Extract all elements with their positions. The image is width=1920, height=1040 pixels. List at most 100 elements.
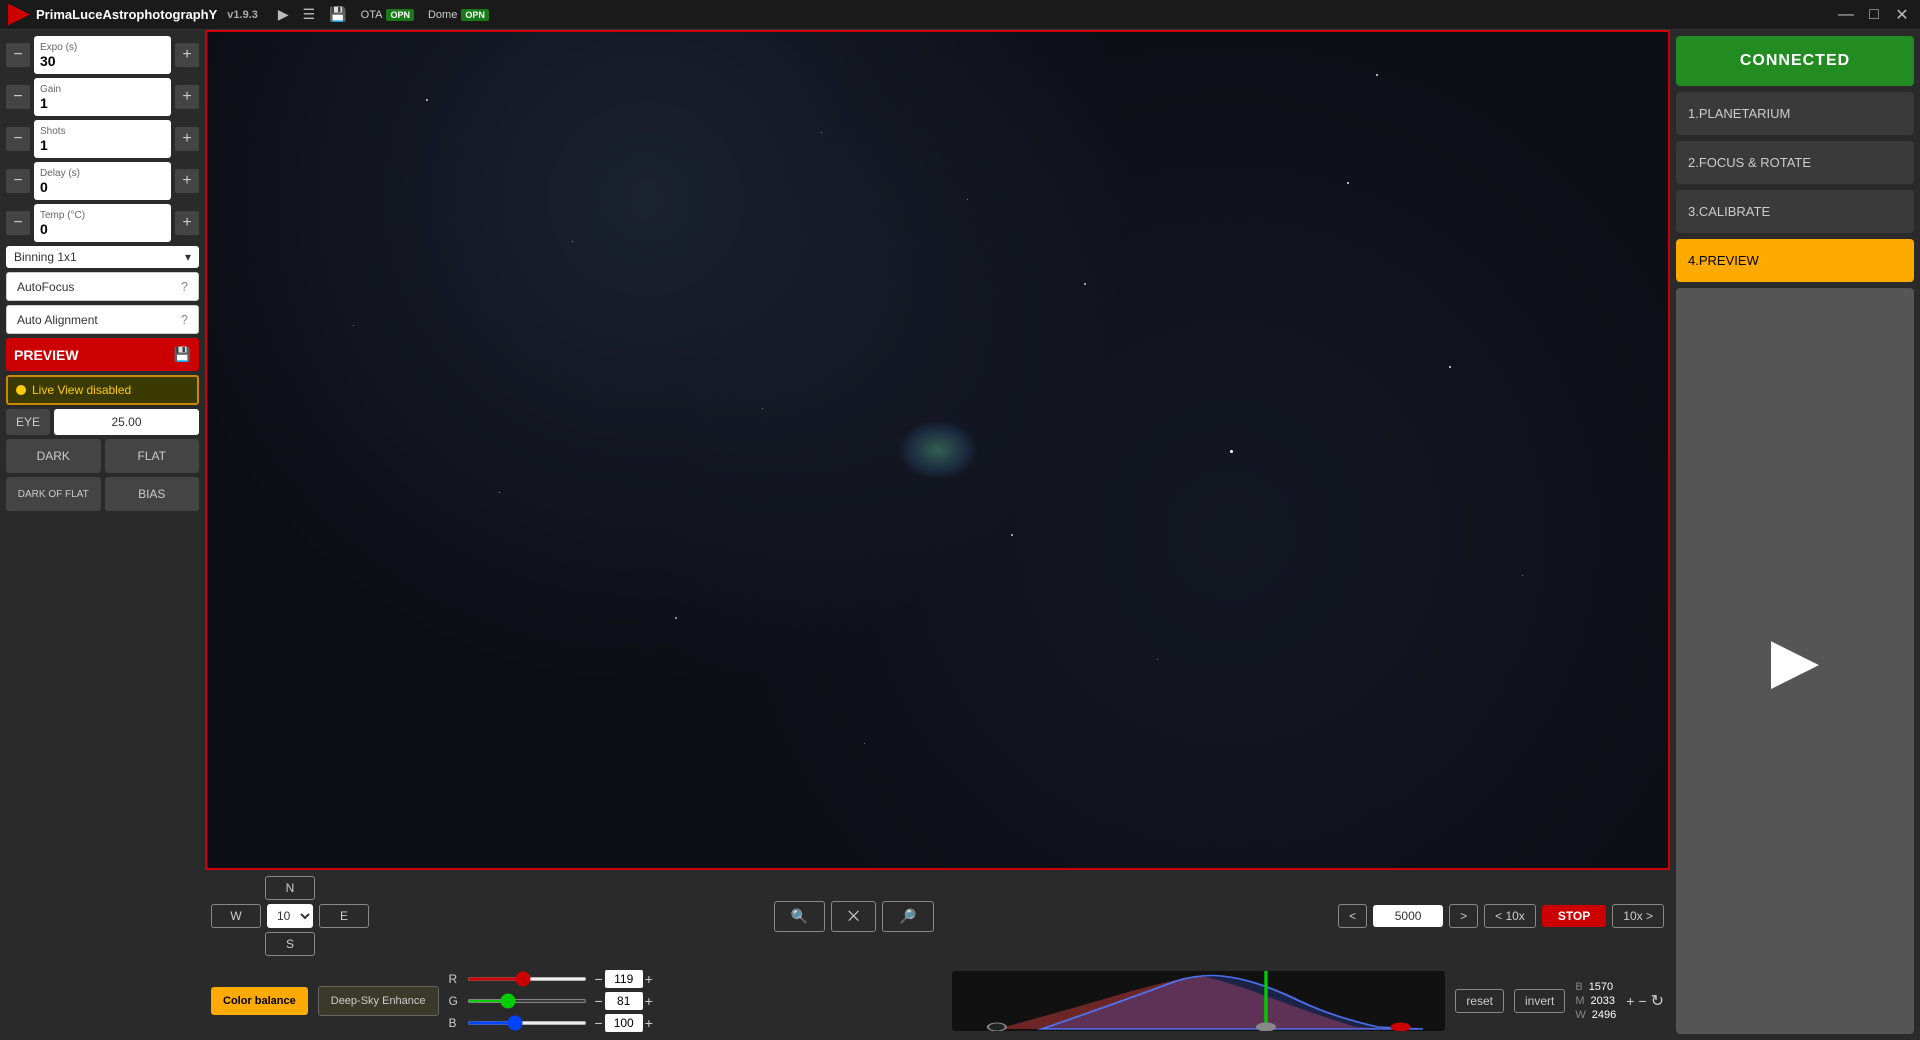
binning-dropdown[interactable]: Binning 1x1 ▾ [6,246,199,268]
alignment-help-icon: ? [181,312,188,327]
auto-alignment-button[interactable]: Auto Alignment ? [6,305,199,334]
expo-minus-button[interactable]: − [6,43,30,67]
g-value-input[interactable] [605,992,643,1010]
b-minus-button[interactable]: − [595,1015,603,1031]
shots-control: − Shots 1 + [6,120,199,158]
green-slider-row: G − + [449,992,942,1010]
g-plus-button[interactable]: + [645,993,653,1009]
delay-input-box: Delay (s) 0 [34,162,171,200]
next-arrow-panel[interactable]: ► [1676,288,1914,1034]
bias-button[interactable]: BIAS [105,477,200,511]
connected-button[interactable]: CONNECTED [1676,36,1914,86]
calibrate-button[interactable]: 3.CALIBRATE [1676,190,1914,233]
focus-rotate-button[interactable]: 2.FOCUS & ROTATE [1676,141,1914,184]
r-plus-button[interactable]: + [645,971,653,987]
histogram-area [952,971,1445,1031]
slew-more-button[interactable]: > [1449,904,1478,928]
maximize-button[interactable]: □ [1864,6,1884,24]
zoom-out-button[interactable]: 🔎 [882,901,933,932]
expo-plus-button[interactable]: + [175,43,199,67]
temp-plus-button[interactable]: + [175,211,199,235]
hist-left-button[interactable]: + [1626,993,1634,1009]
deep-sky-enhance-button[interactable]: Deep-Sky Enhance [318,986,439,1016]
green-slider[interactable] [467,999,587,1003]
b-stat-value: 1570 [1589,981,1613,993]
cursor-icon[interactable]: ▶ [278,6,289,23]
dark-button[interactable]: DARK [6,439,101,473]
zoom-controls: 🔍 ⨉ 🔎 [774,901,934,932]
slew-less10-button[interactable]: < 10x [1484,904,1536,928]
red-slider[interactable] [467,977,587,981]
shots-plus-button[interactable]: + [175,127,199,151]
slew-value-input[interactable] [1373,905,1443,927]
minimize-button[interactable]: — [1836,6,1856,24]
auto-alignment-label: Auto Alignment [17,313,98,327]
preview-menu-button[interactable]: 4.PREVIEW [1676,239,1914,282]
stop-button[interactable]: STOP [1542,905,1606,927]
g-minus-button[interactable]: − [595,993,603,1009]
slew-more10-button[interactable]: 10x > [1612,904,1664,928]
color-sliders: R − + G − + [449,970,942,1032]
save-icon[interactable]: 💾 [329,6,346,23]
binning-value: Binning 1x1 [14,250,77,264]
titlebar: PrimaLuceAstrophotographY v1.9.3 ▶ ☰ 💾 O… [0,0,1920,30]
b-stat-row: B 1570 [1575,981,1616,993]
flat-button[interactable]: FLAT [105,439,200,473]
planetarium-button[interactable]: 1.PLANETARIUM [1676,92,1914,135]
w-stat-value: 2496 [1592,1009,1616,1021]
reset-button[interactable]: reset [1455,989,1504,1013]
dome-badge-group: Dome OPN [428,9,489,21]
gain-control: − Gain 1 + [6,78,199,116]
color-balance-button[interactable]: Color balance [211,987,308,1015]
delay-label: Delay (s) [40,168,165,179]
temp-input-box: Temp (°C) 0 [34,204,171,242]
east-button[interactable]: E [319,904,369,928]
expo-control: − Expo (s) 30 + [6,36,199,74]
nebula-object [898,420,978,480]
blue-slider[interactable] [467,1021,587,1025]
r-label: R [449,972,459,986]
hist-refresh-button[interactable]: ↻ [1651,991,1664,1011]
gain-minus-button[interactable]: − [6,85,30,109]
app-version: v1.9.3 [227,9,258,21]
delay-plus-button[interactable]: + [175,169,199,193]
next-arrow-icon: ► [1755,621,1834,701]
expo-value: 30 [40,53,165,69]
left-sidebar: − Expo (s) 30 + − Gain 1 + − Shots 1 + [0,30,205,1040]
hist-right-button[interactable]: − [1638,993,1646,1009]
close-button[interactable]: ✕ [1892,5,1912,25]
titlebar-icons: ▶ ☰ 💾 OTA OPN Dome OPN [278,6,489,23]
eye-row: EYE 25.00 [6,409,199,435]
r-minus-button[interactable]: − [595,971,603,987]
temp-minus-button[interactable]: − [6,211,30,235]
delay-minus-button[interactable]: − [6,169,30,193]
r-value-input[interactable] [605,970,643,988]
zoom-in-button[interactable]: 🔍 [774,901,825,932]
fit-button[interactable]: ⨉ [831,901,876,932]
dark-of-flat-button[interactable]: DARK OF FLAT [6,477,101,511]
b-value-input[interactable] [605,1014,643,1032]
gain-plus-button[interactable]: + [175,85,199,109]
sliders-icon[interactable]: ☰ [303,6,316,23]
calibration-grid: DARK FLAT DARK OF FLAT BIAS [6,439,199,511]
live-view-button[interactable]: Live View disabled [6,375,199,405]
step-select[interactable]: 10 5 1 20 50 [267,904,313,928]
slew-less-button[interactable]: < [1338,904,1367,928]
invert-button[interactable]: invert [1514,989,1565,1013]
blue-slider-row: B − + [449,1014,942,1032]
autofocus-button[interactable]: AutoFocus ? [6,272,199,301]
app-logo: PrimaLuceAstrophotographY v1.9.3 [8,4,258,26]
gain-label: Gain [40,84,165,95]
expo-input-box: Expo (s) 30 [34,36,171,74]
preview-button[interactable]: PREVIEW 💾 [6,338,199,371]
main-content: − Expo (s) 30 + − Gain 1 + − Shots 1 + [0,30,1920,1040]
m-stat-row: M 2033 [1575,995,1616,1007]
shots-value: 1 [40,137,165,153]
south-button[interactable]: S [265,932,315,956]
west-button[interactable]: W [211,904,261,928]
north-button[interactable]: N [265,876,315,900]
play-icon [8,4,30,26]
shots-minus-button[interactable]: − [6,127,30,151]
delay-value: 0 [40,179,165,195]
b-plus-button[interactable]: + [645,1015,653,1031]
